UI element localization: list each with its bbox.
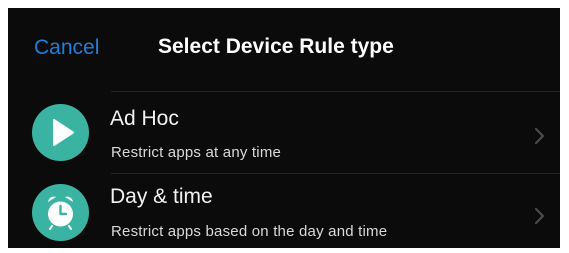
- rule-title: Ad Hoc: [110, 107, 179, 130]
- chevron-right-icon: [534, 127, 545, 145]
- rule-title: Day & time: [110, 185, 213, 208]
- rule-type-ad-hoc[interactable]: Ad Hoc Restrict apps at any time: [8, 92, 560, 172]
- rule-type-day-and-time[interactable]: Day & time Restrict apps based on the da…: [8, 174, 560, 248]
- rule-description: Restrict apps based on the day and time: [111, 223, 388, 240]
- sheet-header: Cancel Select Device Rule type: [8, 8, 560, 90]
- alarm-clock-icon: [32, 184, 89, 241]
- play-icon: [32, 104, 89, 161]
- chevron-right-icon: [534, 207, 545, 225]
- page-title: Select Device Rule type: [158, 35, 394, 58]
- device-rule-type-sheet: Cancel Select Device Rule type Ad Hoc Re…: [8, 8, 560, 248]
- rule-description: Restrict apps at any time: [111, 144, 282, 161]
- cancel-button[interactable]: Cancel: [34, 36, 99, 60]
